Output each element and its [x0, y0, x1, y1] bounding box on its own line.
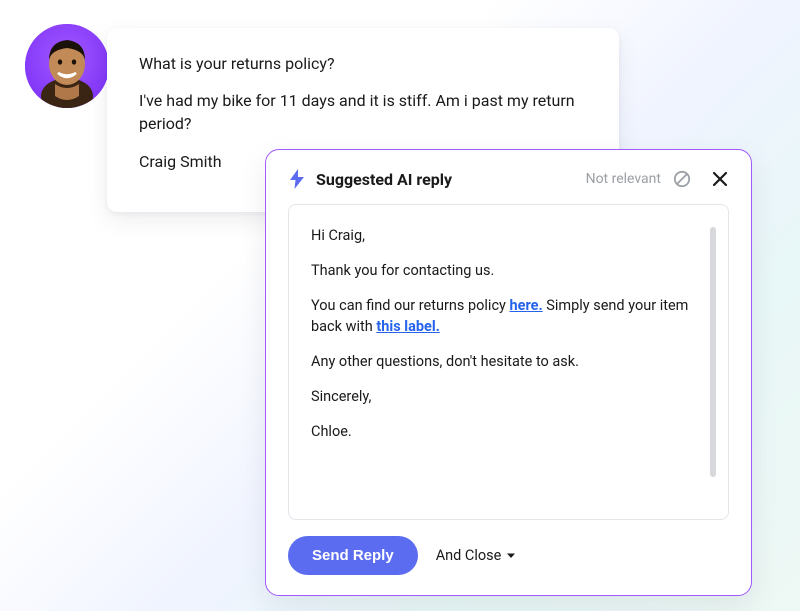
reply-policy-prefix: You can find our returns policy — [311, 297, 510, 314]
and-close-label: And Close — [436, 547, 502, 564]
close-icon[interactable] — [711, 170, 729, 188]
reply-greeting: Hi Craig, — [311, 225, 698, 246]
reply-other-questions: Any other questions, don't hesitate to a… — [311, 351, 698, 372]
reply-signoff: Sincerely, — [311, 386, 698, 407]
not-relevant-button[interactable]: Not relevant — [586, 171, 661, 187]
ai-panel-title: Suggested AI reply — [316, 170, 452, 189]
reply-textbox[interactable]: Hi Craig, Thank you for contacting us. Y… — [288, 204, 729, 520]
customer-message-line2: I've had my bike for 11 days and it is s… — [139, 89, 589, 135]
chevron-down-icon — [506, 551, 516, 561]
reply-content: Hi Craig, Thank you for contacting us. Y… — [311, 225, 710, 499]
reply-agent-name: Chloe. — [311, 421, 698, 442]
avatar — [25, 24, 109, 108]
scrollbar[interactable] — [710, 227, 716, 477]
reply-thanks: Thank you for contacting us. — [311, 260, 698, 281]
ai-reply-panel: Suggested AI reply Not relevant Hi Craig… — [265, 149, 752, 596]
avatar-image — [25, 24, 109, 108]
send-reply-button[interactable]: Send Reply — [288, 536, 418, 575]
ai-panel-footer: Send Reply And Close — [288, 536, 729, 575]
ai-panel-header: Suggested AI reply Not relevant — [288, 168, 729, 190]
ban-icon[interactable] — [673, 170, 691, 188]
return-label-link[interactable]: this label. — [376, 318, 440, 335]
reply-policy-line: You can find our returns policy here. Si… — [311, 295, 698, 337]
bolt-icon — [288, 168, 306, 190]
returns-policy-link[interactable]: here. — [510, 297, 543, 314]
customer-message-line1: What is your returns policy? — [139, 52, 589, 75]
and-close-dropdown[interactable]: And Close — [436, 547, 517, 564]
